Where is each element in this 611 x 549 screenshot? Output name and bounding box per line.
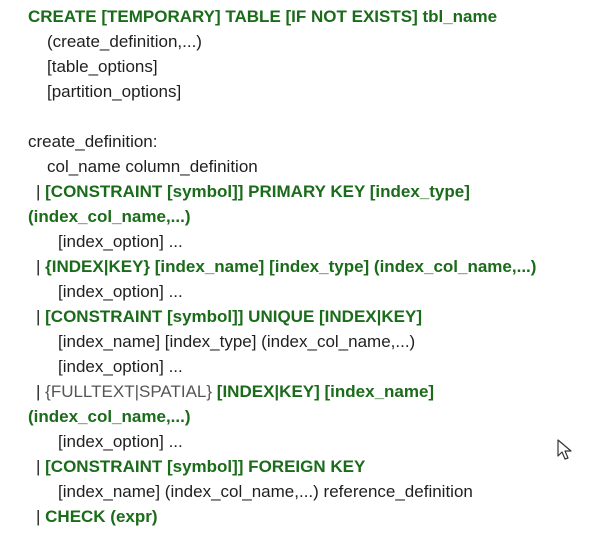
index-option-line: [index_option] ... <box>58 357 183 376</box>
index-key-clause: {INDEX|KEY} [index_name] [index_type] (i… <box>45 257 537 276</box>
col-name-line: col_name column_definition <box>47 157 258 176</box>
unique-index-name-line: [index_name] [index_type] (index_col_nam… <box>58 332 416 351</box>
reference-definition-line: [index_name] (index_col_name,...) refere… <box>58 482 473 501</box>
alternative-bar: | <box>36 182 46 201</box>
alternative-bar: | <box>36 307 46 326</box>
index-key-line: | {INDEX|KEY} [index_name] [index_type] … <box>36 256 536 278</box>
index-col-name-line: (index_col_name,...) <box>28 407 191 426</box>
check-clause: CHECK (expr) <box>45 507 158 526</box>
index-option-line: [index_option] ... <box>58 232 183 251</box>
alternative-bar: | <box>36 257 46 276</box>
index-option-line: [index_option] ... <box>58 432 183 451</box>
primary-key-line: | [CONSTRAINT [symbol]] PRIMARY KEY [ind… <box>36 181 470 203</box>
index-option-line: [index_option] ... <box>58 282 183 301</box>
fulltext-index-clause: [INDEX|KEY] [index_name] <box>216 382 435 401</box>
foreign-key-line: | [CONSTRAINT [symbol]] FOREIGN KEY <box>36 456 365 478</box>
fulltext-spatial-clause: {FULLTEXT|SPATIAL} <box>45 382 217 401</box>
partition-options-line: [partition_options] <box>47 82 182 101</box>
table-options-line: [table_options] <box>47 57 158 76</box>
foreign-key-clause: [CONSTRAINT [symbol]] FOREIGN KEY <box>45 457 366 476</box>
primary-key-clause: [CONSTRAINT [symbol]] PRIMARY KEY [index… <box>45 182 470 201</box>
create-definition-line: (create_definition,...) <box>47 32 202 51</box>
alternative-bar: | <box>36 507 46 526</box>
unique-line: | [CONSTRAINT [symbol]] UNIQUE [INDEX|KE… <box>36 306 422 328</box>
create-definition-heading: create_definition: <box>28 132 158 151</box>
create-table-line: CREATE [TEMPORARY] TABLE [IF NOT EXISTS]… <box>28 7 498 26</box>
fulltext-spatial-line: | {FULLTEXT|SPATIAL} [INDEX|KEY] [index_… <box>36 381 434 403</box>
alternative-bar: | <box>36 382 46 401</box>
alternative-bar: | <box>36 457 46 476</box>
mouse-pointer-icon <box>557 439 572 460</box>
index-col-name-line: (index_col_name,...) <box>28 207 191 226</box>
check-line: | CHECK (expr) <box>36 506 158 528</box>
unique-clause: [CONSTRAINT [symbol]] UNIQUE [INDEX|KEY] <box>45 307 423 326</box>
sql-syntax-document: CREATE [TEMPORARY] TABLE [IF NOT EXISTS]… <box>0 0 611 549</box>
